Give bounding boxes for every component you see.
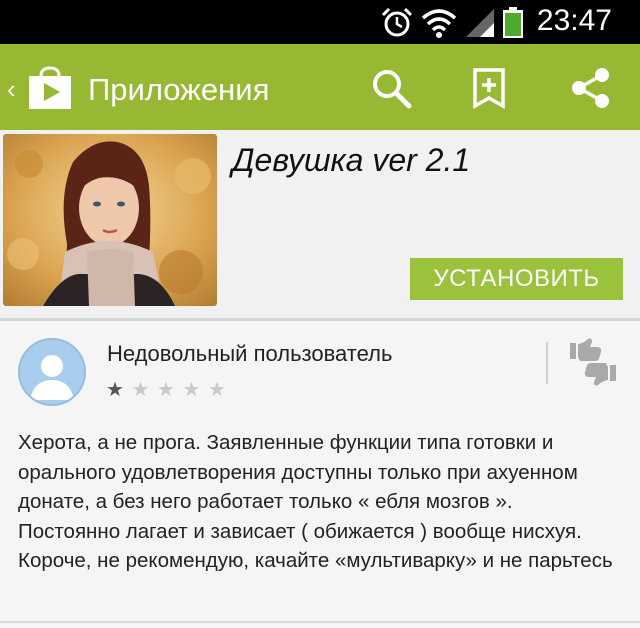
reviewer-name: Недовольный пользователь — [107, 341, 393, 366]
review-line: орального удовлетворения доступны только… — [18, 460, 578, 484]
search-icon[interactable] — [371, 68, 413, 110]
thumbs-icon[interactable] — [566, 337, 620, 387]
avatar — [18, 338, 86, 406]
review-card: Недовольный пользователь ★ ★ ★ ★ ★ Херот… — [0, 321, 640, 628]
status-bar: 23:47 — [0, 0, 640, 44]
review-line: донате, а без него работает только « ебл… — [18, 490, 513, 513]
app-image[interactable] — [3, 134, 217, 306]
review-line: Постоянно лагает и зависает ( обижается … — [18, 519, 582, 543]
page-title: Приложения — [88, 72, 270, 107]
app-card: Девушка ver 2.1 УСТАНОВИТЬ — [0, 130, 640, 321]
app-title: Девушка ver 2.1 — [232, 142, 471, 178]
review-line: Херота, а не прога. Заявленные функции т… — [18, 431, 554, 454]
review-text: Херота, а не прога. Заявленные функции т… — [18, 428, 630, 576]
star-empty-icon: ★ — [208, 379, 227, 401]
star-empty-icon: ★ — [157, 379, 176, 401]
star-filled-icon: ★ — [106, 379, 125, 401]
install-button[interactable]: УСТАНОВИТЬ — [410, 258, 623, 300]
star-empty-icon: ★ — [182, 379, 202, 401]
star-empty-icon: ★ — [131, 379, 151, 401]
back-icon[interactable]: ‹ — [7, 74, 16, 105]
review-line: Короче, не рекомендую, качайте «мультива… — [18, 549, 613, 572]
share-icon[interactable] — [569, 66, 613, 110]
play-store-icon[interactable] — [27, 65, 73, 111]
action-bar: ‹ Приложения — [0, 44, 640, 130]
divider — [0, 621, 640, 623]
battery-icon — [503, 7, 523, 38]
alarm-icon — [381, 7, 413, 37]
signal-icon — [466, 9, 494, 37]
rating-stars: ★ ★ ★ ★ ★ — [106, 377, 227, 402]
status-time: 23:47 — [536, 4, 612, 37]
wifi-icon — [421, 9, 457, 38]
divider — [546, 342, 548, 384]
wishlist-icon[interactable] — [472, 67, 506, 109]
